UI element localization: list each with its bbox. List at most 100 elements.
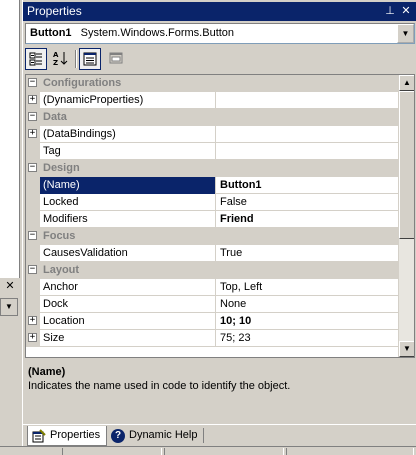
scroll-down-icon[interactable]: ▼ [399,341,414,357]
tab-properties-label: Properties [50,429,101,441]
category-row-design[interactable]: − Design [26,160,400,177]
property-row-size[interactable]: + Size 75; 23 [26,330,400,347]
row-gutter [26,177,40,194]
property-value[interactable] [217,92,400,109]
adjacent-window-strip: ✕ ▼ [0,0,22,454]
property-name[interactable]: Locked [40,194,216,211]
property-pages-button[interactable] [105,48,127,70]
properties-toolbar: A Z [25,47,415,71]
property-name[interactable]: (DataBindings) [40,126,216,143]
expand-icon[interactable]: + [28,316,37,325]
pin-icon[interactable]: ⊥ [383,4,397,18]
collapse-icon[interactable]: − [28,231,37,240]
properties-icon [83,52,97,66]
property-value[interactable]: Top, Left [217,279,400,296]
property-name[interactable]: (Name) [40,177,216,194]
property-row-dock[interactable]: Dock None [26,296,400,313]
alphabetical-icon: A Z [53,51,68,67]
property-value[interactable]: 10; 10 [217,313,400,330]
property-name[interactable]: Location [40,313,216,330]
description-pane: (Name) Indicates the name used in code t… [25,362,415,422]
category-label: Layout [43,264,80,276]
vertical-scrollbar[interactable]: ▲ ▼ [398,75,414,357]
property-name[interactable]: CausesValidation [40,245,216,262]
svg-text:A: A [53,51,59,59]
expand-icon[interactable]: + [28,95,37,104]
object-name: Button1 [30,27,72,39]
category-row-focus[interactable]: − Focus [26,228,400,245]
panel-title: Properties [27,4,82,18]
tab-strip: Properties ? Dynamic Help [23,424,416,446]
property-name[interactable]: Modifiers [40,211,216,228]
collapse-icon[interactable]: − [28,163,37,172]
property-row-modifiers[interactable]: Modifiers Friend [26,211,400,228]
property-row-causesvalidation[interactable]: CausesValidation True [26,245,400,262]
category-label: Focus [43,230,76,242]
category-label: Data [43,111,67,123]
category-label: Design [43,162,80,174]
collapse-icon[interactable]: − [28,112,37,121]
row-gutter [26,211,40,228]
property-value[interactable] [217,143,400,160]
object-type: System.Windows.Forms.Button [80,27,235,39]
expand-icon[interactable]: + [28,129,37,138]
property-name[interactable]: Dock [40,296,216,313]
category-row-layout[interactable]: − Layout [26,262,400,279]
description-text: Indicates the name used in code to ident… [28,380,291,392]
svg-text:Z: Z [53,59,58,66]
property-grid: − Configurations + (DynamicProperties) − Data… [25,74,415,358]
row-gutter [26,296,40,313]
property-row-tag[interactable]: Tag [26,143,400,160]
chevron-down-icon[interactable]: ▼ [397,24,414,43]
property-name[interactable]: Tag [40,143,216,160]
row-gutter [26,143,40,160]
property-value[interactable] [217,126,400,143]
property-row-databindings[interactable]: + (DataBindings) [26,126,400,143]
property-value[interactable]: Button1 [217,177,400,194]
status-bar [0,446,416,455]
description-title: (Name) [28,366,66,378]
close-icon[interactable]: ✕ [2,280,18,294]
toolbar-separator [75,50,77,68]
property-value[interactable]: Friend [217,211,400,228]
property-row-dynamicproperties[interactable]: + (DynamicProperties) [26,92,400,109]
property-value[interactable]: False [217,194,400,211]
property-row-locked[interactable]: Locked False [26,194,400,211]
property-pages-icon [109,52,123,64]
property-value[interactable]: 75; 23 [217,330,400,347]
property-name[interactable]: Anchor [40,279,216,296]
adjacent-window-content [0,0,20,278]
property-name[interactable]: (DynamicProperties) [40,92,216,109]
property-value[interactable]: True [217,245,400,262]
help-icon: ? [111,429,125,443]
property-rows: − Configurations + (DynamicProperties) − Data… [26,75,400,347]
property-value[interactable]: None [217,296,400,313]
categorized-icon [29,52,42,66]
scroll-thumb[interactable] [399,91,414,239]
scroll-up-icon[interactable]: ▲ [399,75,414,91]
tab-properties[interactable]: Properties [27,426,108,446]
alphabetical-button[interactable]: A Z [49,48,71,70]
properties-tab-icon [32,429,46,443]
collapse-icon[interactable]: − [28,265,37,274]
categorized-button[interactable] [25,48,47,70]
row-gutter [26,194,40,211]
property-row-anchor[interactable]: Anchor Top, Left [26,279,400,296]
row-gutter [26,279,40,296]
row-gutter [26,245,40,262]
properties-view-button[interactable] [79,48,101,70]
tab-dynamic-help-label: Dynamic Help [129,429,198,441]
panel-titlebar[interactable]: Properties ⊥ ✕ [23,2,416,21]
collapse-icon[interactable]: − [28,78,37,87]
chevron-down-icon[interactable]: ▼ [0,298,18,316]
property-row-location[interactable]: + Location 10; 10 [26,313,400,330]
tab-dynamic-help[interactable]: ? Dynamic Help [107,426,203,446]
category-row-data[interactable]: − Data [26,109,400,126]
category-row-configurations[interactable]: − Configurations [26,75,400,92]
property-row-name[interactable]: (Name) Button1 [26,177,400,194]
close-icon[interactable]: ✕ [399,4,413,18]
properties-panel: Properties ⊥ ✕ Button1 System.Windows.Fo… [22,0,416,454]
property-name[interactable]: Size [40,330,216,347]
object-selector[interactable]: Button1 System.Windows.Forms.Button ▼ [25,23,415,44]
expand-icon[interactable]: + [28,333,37,342]
